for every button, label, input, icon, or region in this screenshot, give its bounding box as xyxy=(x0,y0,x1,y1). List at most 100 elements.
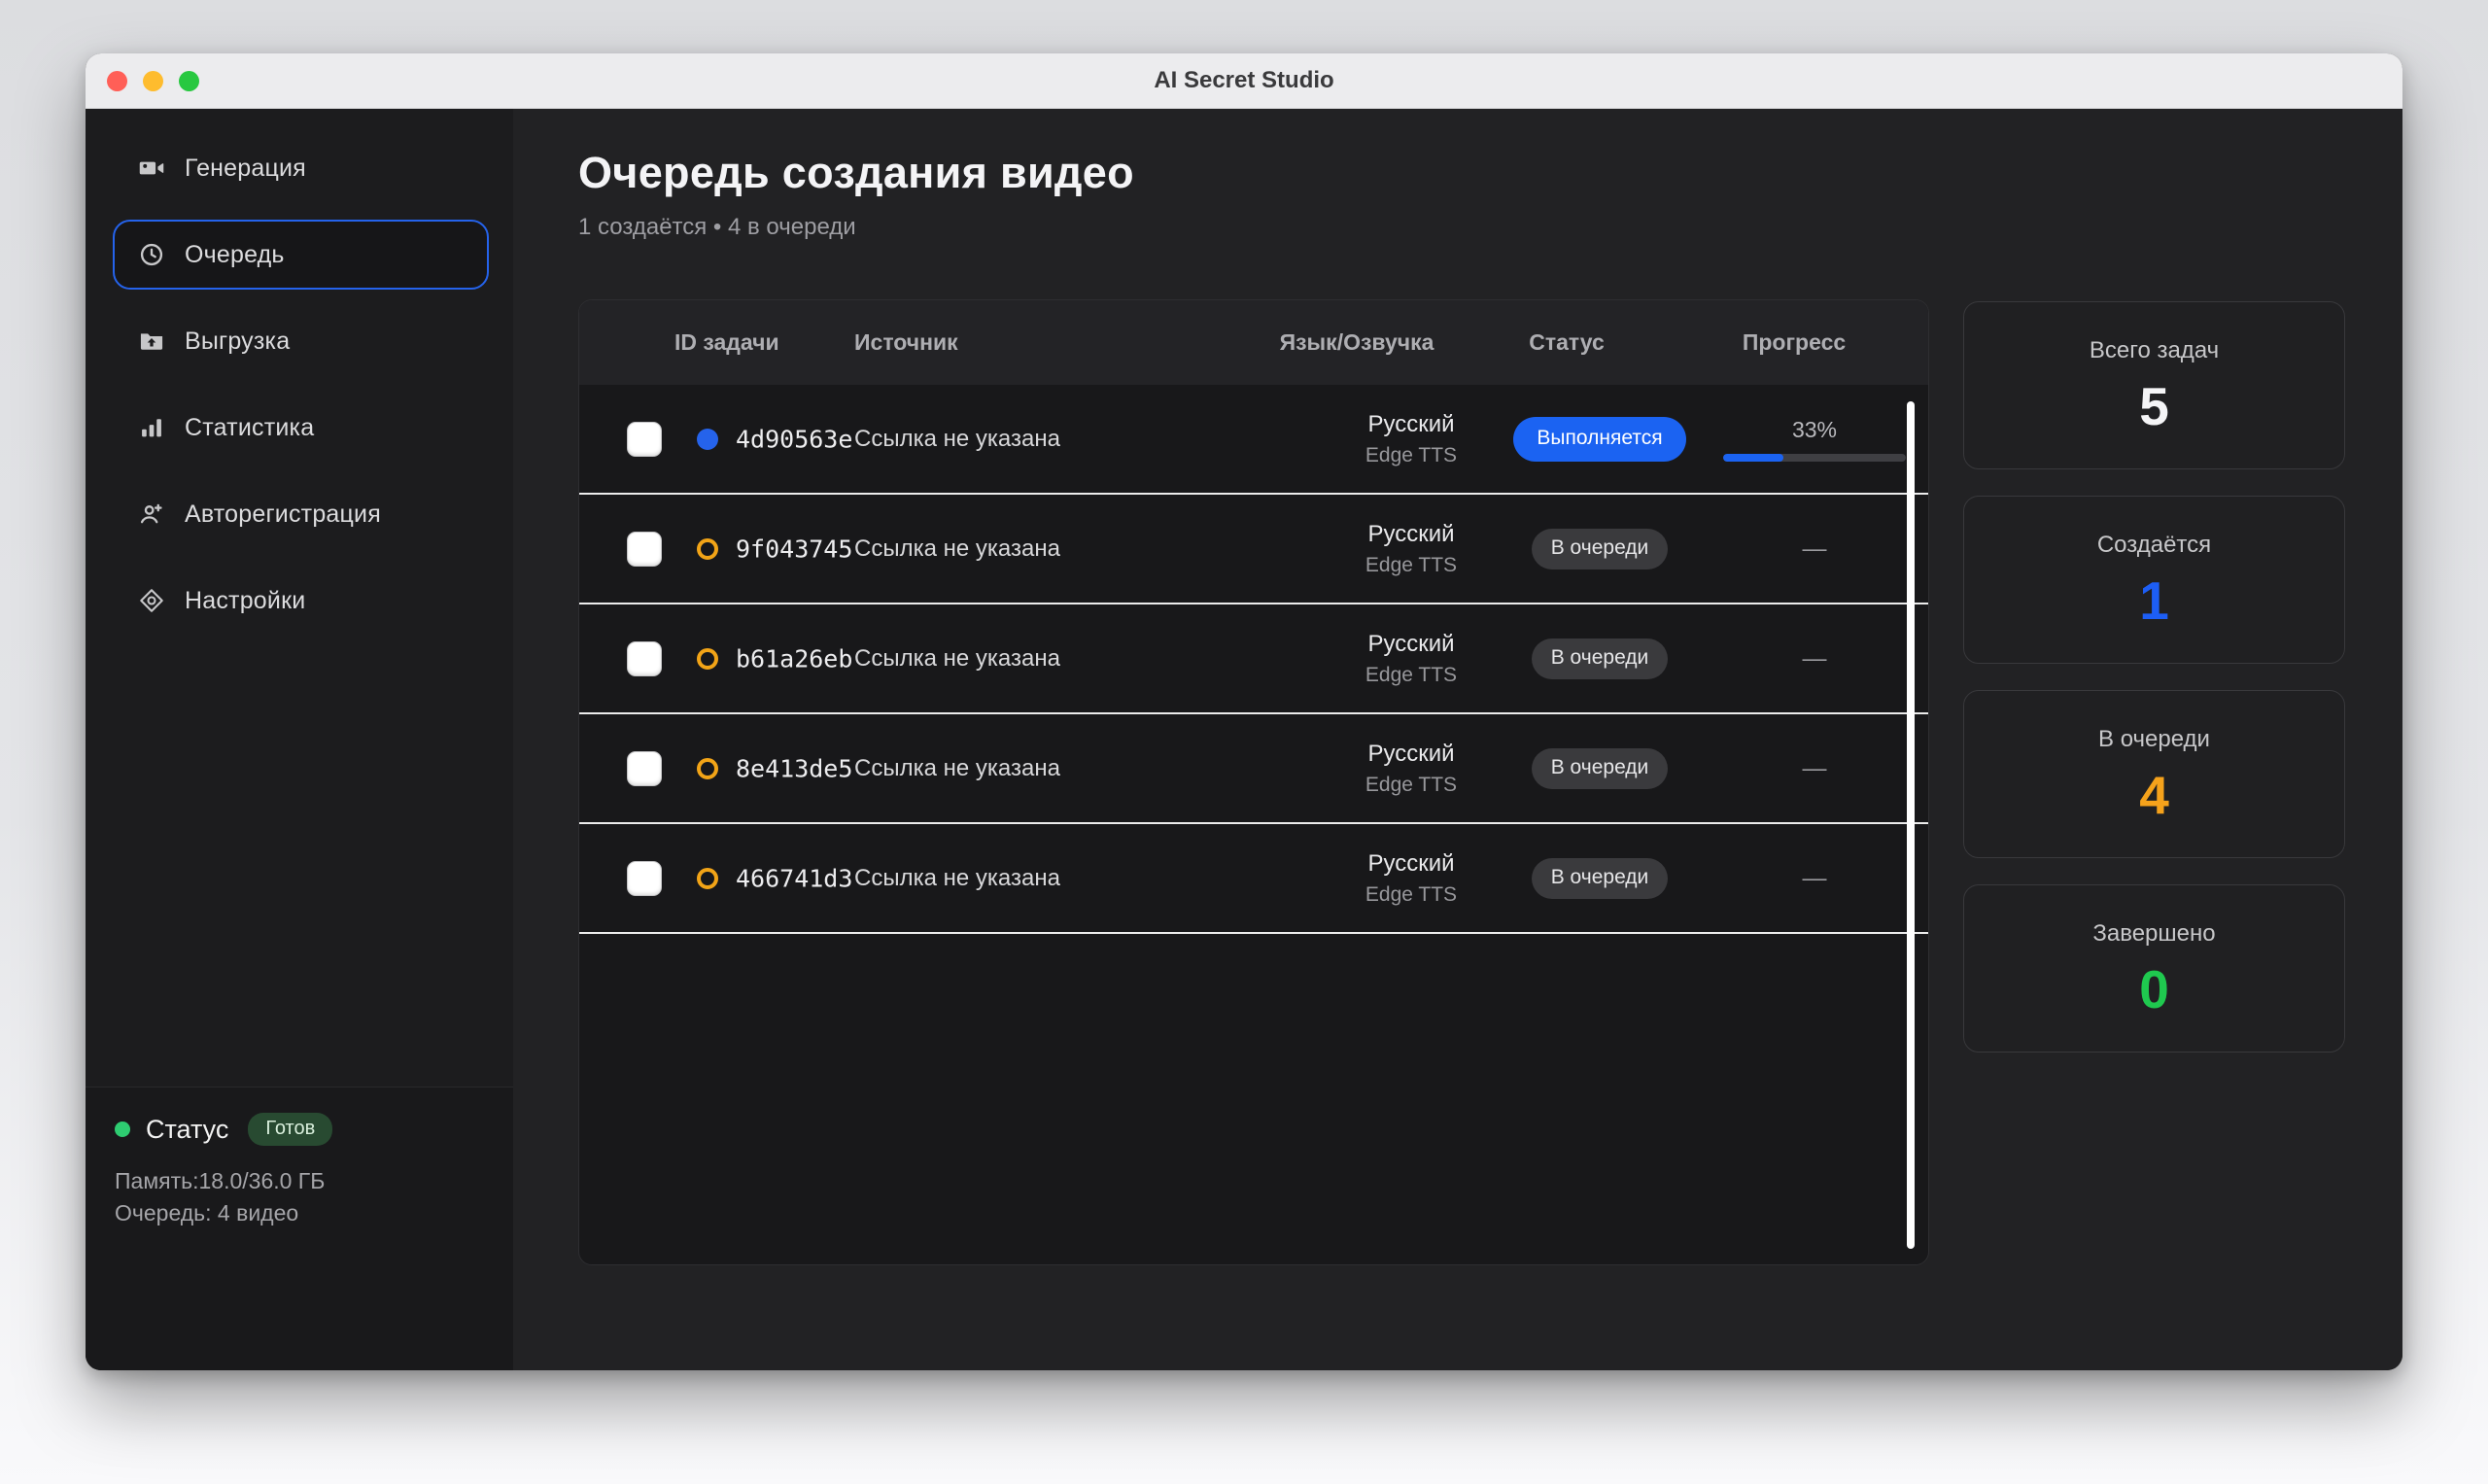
table-row: 8e413de5 Ссылка не указана Русский Edge … xyxy=(579,714,1928,824)
stat-card: Завершено 0 xyxy=(1963,884,2345,1053)
page-title: Очередь создания видео xyxy=(578,148,1134,198)
status-pill: В очереди xyxy=(1532,748,1669,789)
sidebar-nav: Генерация Очередь Выгрузка Статистика Ав… xyxy=(86,133,513,636)
task-language: Русский xyxy=(1367,411,1454,438)
progress-percent: — xyxy=(1803,864,1827,892)
table-header: ID задачи Источник Язык/Озвучка Статус П… xyxy=(579,300,1928,385)
col-header-task-id: ID задачи xyxy=(674,300,779,385)
page-subtitle: 1 создаётся • 4 в очереди xyxy=(578,214,1134,241)
status-pill: Выполняется xyxy=(1513,417,1685,462)
row-status-dot xyxy=(697,758,718,779)
queue-table: ID задачи Источник Язык/Озвучка Статус П… xyxy=(578,299,1929,1265)
stat-card: В очереди 4 xyxy=(1963,690,2345,858)
task-status-cell: Выполняется xyxy=(1503,417,1697,462)
row-checkbox[interactable] xyxy=(627,861,662,896)
task-status-cell: В очереди xyxy=(1503,748,1697,789)
col-header-status: Статус xyxy=(1469,300,1664,385)
folder-upload-icon xyxy=(138,328,165,355)
sidebar-item-settings[interactable]: Настройки xyxy=(113,566,489,636)
task-tts-engine: Edge TTS xyxy=(1365,664,1457,687)
task-language-cell: Русский Edge TTS xyxy=(1314,850,1508,907)
table-row: 4d90563e Ссылка не указана Русский Edge … xyxy=(579,385,1928,495)
row-checkbox[interactable] xyxy=(627,641,662,676)
sidebar-item-videocam[interactable]: Генерация xyxy=(113,133,489,203)
task-status-cell: В очереди xyxy=(1503,638,1697,679)
sidebar-item-label: Настройки xyxy=(185,587,305,615)
table-row: 466741d3 Ссылка не указана Русский Edge … xyxy=(579,824,1928,934)
queue-info: Очередь: 4 видео xyxy=(115,1197,484,1229)
stat-card-value: 0 xyxy=(2139,963,2169,1017)
sidebar-item-label: Авторегистрация xyxy=(185,500,381,529)
status-badge: Готов xyxy=(248,1113,332,1146)
table-row: b61a26eb Ссылка не указана Русский Edge … xyxy=(579,604,1928,714)
settings-icon xyxy=(138,587,165,614)
sidebar-item-person-add[interactable]: Авторегистрация xyxy=(113,479,489,549)
status-pill: В очереди xyxy=(1532,638,1669,679)
col-header-language: Язык/Озвучка xyxy=(1260,300,1454,385)
stat-card: Создаётся 1 xyxy=(1963,496,2345,664)
progress-bar xyxy=(1723,454,1906,462)
sidebar-item-folder-upload[interactable]: Выгрузка xyxy=(113,306,489,376)
close-button[interactable] xyxy=(107,71,127,91)
stat-card-label: В очереди xyxy=(2098,726,2210,753)
sidebar-item-bar-chart[interactable]: Статистика xyxy=(113,393,489,463)
task-progress-cell: 33% xyxy=(1711,417,1918,462)
task-language-cell: Русский Edge TTS xyxy=(1314,741,1508,797)
stat-card-label: Всего задач xyxy=(2090,337,2219,364)
task-id: 8e413de5 xyxy=(736,754,852,782)
task-source: Ссылка не указана xyxy=(854,865,1060,892)
progress-percent: 33% xyxy=(1792,417,1837,443)
row-checkbox[interactable] xyxy=(627,532,662,567)
task-progress-cell: — xyxy=(1711,644,1918,673)
task-status-cell: В очереди xyxy=(1503,529,1697,569)
progress-bar-fill xyxy=(1723,454,1783,462)
table-row: 9f043745 Ссылка не указана Русский Edge … xyxy=(579,495,1928,604)
task-id: 9f043745 xyxy=(736,535,852,563)
sidebar-item-clock[interactable]: Очередь xyxy=(113,220,489,290)
window-title: AI Secret Studio xyxy=(1154,67,1333,94)
task-status-cell: В очереди xyxy=(1503,858,1697,899)
sidebar: Генерация Очередь Выгрузка Статистика Ав… xyxy=(86,109,513,1370)
task-language: Русский xyxy=(1367,741,1454,768)
task-source: Ссылка не указана xyxy=(854,645,1060,673)
sidebar-item-label: Генерация xyxy=(185,155,306,183)
main-content: Очередь создания видео 1 создаётся • 4 в… xyxy=(513,109,2402,1370)
task-tts-engine: Edge TTS xyxy=(1365,444,1457,467)
task-language: Русский xyxy=(1367,521,1454,548)
progress-percent: — xyxy=(1803,535,1827,563)
task-tts-engine: Edge TTS xyxy=(1365,883,1457,907)
scrollbar-thumb[interactable] xyxy=(1907,401,1915,1249)
row-status-dot xyxy=(697,429,718,450)
task-id: 4d90563e xyxy=(736,425,852,453)
stat-card-value: 1 xyxy=(2139,574,2169,628)
status-online-icon xyxy=(115,1122,130,1137)
stat-card-label: Завершено xyxy=(2092,920,2215,948)
task-id: b61a26eb xyxy=(736,644,852,673)
task-id: 466741d3 xyxy=(736,864,852,892)
stat-card-value: 4 xyxy=(2139,769,2169,822)
row-checkbox[interactable] xyxy=(627,751,662,786)
task-source: Ссылка не указана xyxy=(854,535,1060,563)
status-row: Статус Готов xyxy=(115,1113,484,1146)
person-add-icon xyxy=(138,500,165,528)
minimize-button[interactable] xyxy=(143,71,163,91)
sidebar-status-panel: Статус Готов Память:18.0/36.0 ГБ Очередь… xyxy=(86,1087,513,1370)
stat-card: Всего задач 5 xyxy=(1963,301,2345,469)
task-language: Русский xyxy=(1367,850,1454,878)
task-language: Русский xyxy=(1367,631,1454,658)
stats-column: Всего задач 5 Создаётся 1 В очереди 4 За… xyxy=(1963,301,2345,1053)
task-tts-engine: Edge TTS xyxy=(1365,554,1457,577)
row-status-dot xyxy=(697,538,718,560)
sidebar-item-label: Выгрузка xyxy=(185,328,290,356)
row-status-dot xyxy=(697,868,718,889)
zoom-button[interactable] xyxy=(179,71,199,91)
task-progress-cell: — xyxy=(1711,535,1918,563)
task-progress-cell: — xyxy=(1711,754,1918,782)
clock-icon xyxy=(138,241,165,268)
stat-card-value: 5 xyxy=(2139,380,2169,433)
task-language-cell: Русский Edge TTS xyxy=(1314,411,1508,467)
task-source: Ссылка не указана xyxy=(854,426,1060,453)
table-body: 4d90563e Ссылка не указана Русский Edge … xyxy=(579,385,1928,934)
row-checkbox[interactable] xyxy=(627,422,662,457)
titlebar: AI Secret Studio xyxy=(86,53,2402,109)
